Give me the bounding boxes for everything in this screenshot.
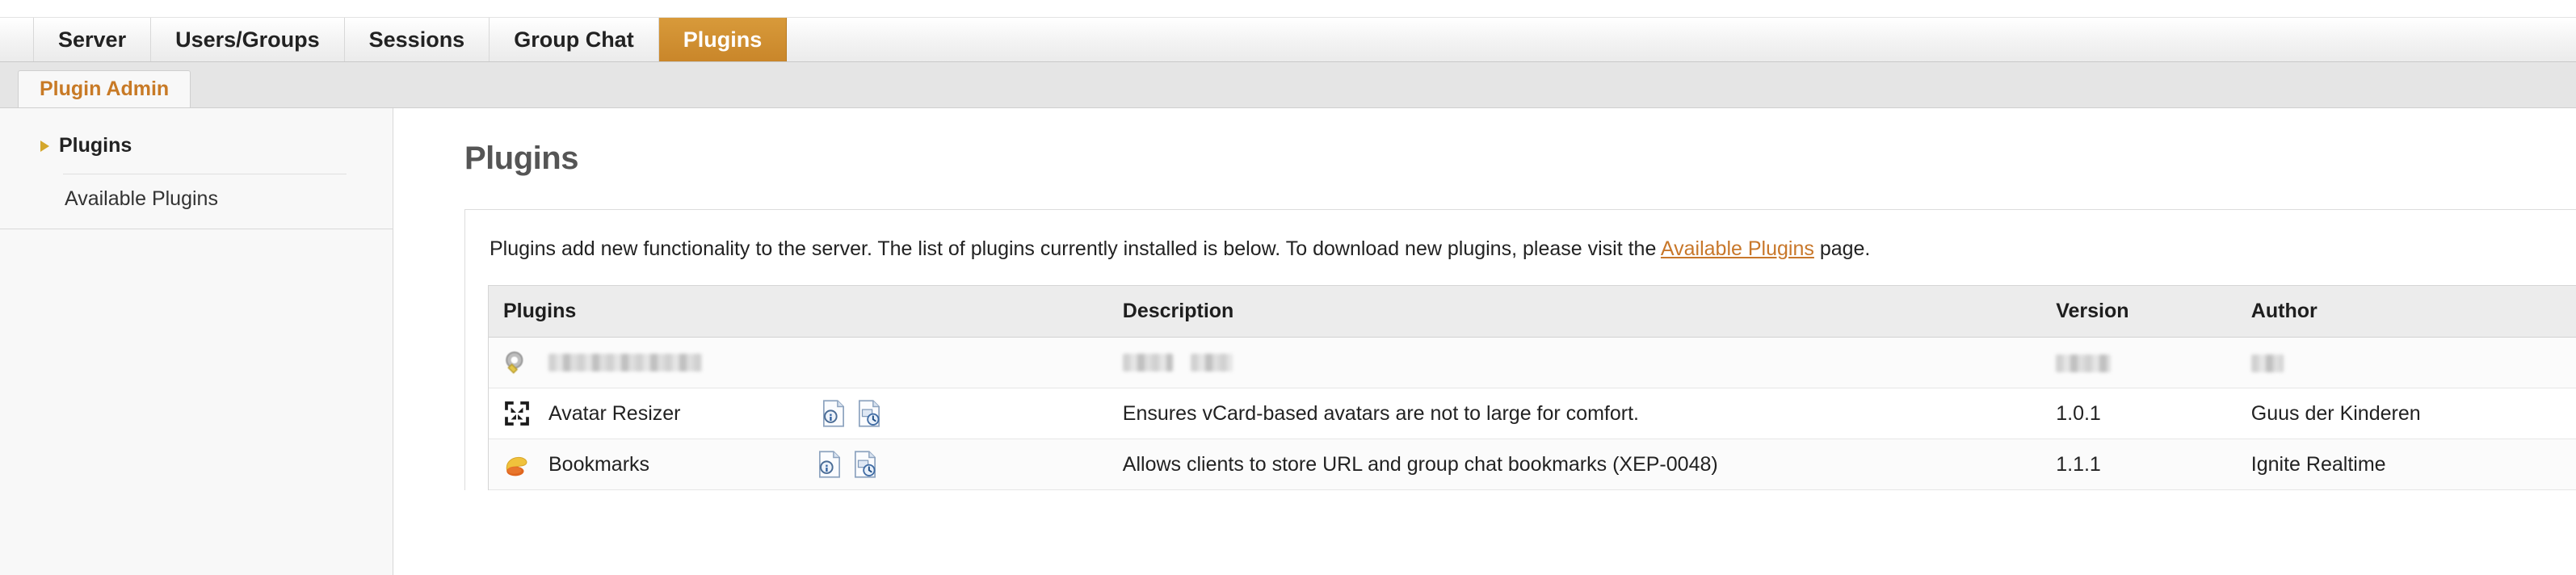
plugin-actions bbox=[817, 451, 877, 478]
tab-label: Users/Groups bbox=[175, 27, 320, 52]
plugin-actions bbox=[822, 400, 881, 427]
cell-version: 1.1.1 bbox=[2041, 439, 2237, 490]
table-row[interactable]: Avatar Resizer Ensures vCard-based avata… bbox=[489, 388, 2576, 439]
subtab-plugin-admin[interactable]: Plugin Admin bbox=[18, 70, 191, 107]
tab-plugins[interactable]: Plugins bbox=[658, 18, 788, 61]
sidebar: Plugins Available Plugins bbox=[0, 108, 393, 575]
column-header-plugins[interactable]: Plugins bbox=[489, 286, 1108, 338]
subtab-label: Plugin Admin bbox=[40, 78, 170, 100]
sidebar-item-available-plugins[interactable]: Available Plugins bbox=[0, 174, 393, 214]
column-header-version[interactable]: Version bbox=[2041, 286, 2237, 338]
redacted-description-bar bbox=[1190, 354, 1233, 371]
plugins-table: Plugins Description Version Author Avata… bbox=[489, 286, 2576, 490]
window-top-strip bbox=[0, 0, 2576, 18]
tab-label: Plugins bbox=[683, 27, 763, 52]
cell-author bbox=[2236, 337, 2576, 388]
table-header-row: Plugins Description Version Author bbox=[489, 286, 2576, 338]
redacted-description-bar bbox=[1122, 354, 1173, 371]
resize-arrows-icon bbox=[505, 401, 529, 426]
plugin-name-label: Bookmarks bbox=[548, 452, 650, 476]
cell-description bbox=[1107, 337, 2042, 388]
plugins-description: Plugins add new functionality to the ser… bbox=[465, 237, 2576, 285]
triangle-right-icon bbox=[40, 140, 49, 152]
page-title: Plugins bbox=[464, 141, 578, 176]
column-header-description[interactable]: Description bbox=[1107, 286, 2042, 338]
sidebar-group-label: Plugins bbox=[59, 134, 132, 157]
redacted-author-bar bbox=[2250, 354, 2284, 372]
cell-description: Allows clients to store URL and group ch… bbox=[1107, 439, 2042, 490]
tab-label: Sessions bbox=[368, 27, 465, 52]
changelog-doc-icon[interactable] bbox=[857, 400, 881, 427]
bookmark-swoosh-icon bbox=[506, 456, 527, 476]
cell-description: Ensures vCard-based avatars are not to l… bbox=[1107, 388, 2042, 439]
available-plugins-link[interactable]: Available Plugins bbox=[1661, 237, 1814, 260]
changelog-doc-icon[interactable] bbox=[853, 451, 877, 478]
sub-tab-bar: Plugin Admin bbox=[0, 62, 2576, 108]
column-header-author[interactable]: Author bbox=[2236, 286, 2576, 338]
description-text-after: page. bbox=[1813, 237, 1871, 260]
cell-plugin-name: Bookmarks bbox=[489, 439, 1108, 490]
content-area: Plugins Plugins add new functionality to… bbox=[393, 108, 2576, 575]
tab-server[interactable]: Server bbox=[34, 18, 152, 61]
cell-version: 1.0.1 bbox=[2041, 388, 2237, 439]
sidebar-item-label: Available Plugins bbox=[65, 187, 218, 210]
sidebar-panel: Plugins Available Plugins bbox=[0, 108, 393, 229]
table-row[interactable]: Bookmarks Allows clients to store URL an… bbox=[489, 439, 2576, 490]
tab-sessions[interactable]: Sessions bbox=[345, 18, 490, 61]
sidebar-group-plugins[interactable]: Plugins bbox=[0, 131, 393, 161]
tab-label: Server bbox=[58, 27, 127, 52]
readme-doc-icon[interactable] bbox=[817, 451, 842, 478]
description-text-before: Plugins add new functionality to the ser… bbox=[490, 237, 1661, 260]
cell-plugin-name bbox=[489, 337, 1108, 388]
cell-author: Guus der Kinderen bbox=[2236, 388, 2576, 439]
redacted-name-bar bbox=[548, 354, 702, 371]
readme-doc-icon[interactable] bbox=[822, 400, 846, 427]
tab-label: Group Chat bbox=[514, 27, 634, 52]
plugin-name-label: Avatar Resizer bbox=[548, 401, 681, 425]
page-body: Plugins Available Plugins Plugins Plugin… bbox=[0, 108, 2576, 575]
cell-author: Ignite Realtime bbox=[2236, 439, 2576, 490]
tab-group-chat[interactable]: Group Chat bbox=[490, 18, 659, 61]
tab-bar-lead-spacer bbox=[26, 18, 34, 61]
main-tab-bar: Server Users/Groups Sessions Group Chat … bbox=[0, 18, 2576, 62]
cell-version bbox=[2041, 337, 2237, 388]
redacted-plugin-icon bbox=[506, 351, 523, 374]
tab-users-groups[interactable]: Users/Groups bbox=[151, 18, 345, 61]
cell-plugin-name: Avatar Resizer bbox=[489, 388, 1108, 439]
plugins-panel: Plugins add new functionality to the ser… bbox=[464, 209, 2576, 490]
table-row[interactable] bbox=[489, 337, 2576, 388]
plugins-table-wrap: Plugins Description Version Author Avata… bbox=[488, 285, 2576, 490]
redacted-version-bar bbox=[2056, 354, 2112, 372]
